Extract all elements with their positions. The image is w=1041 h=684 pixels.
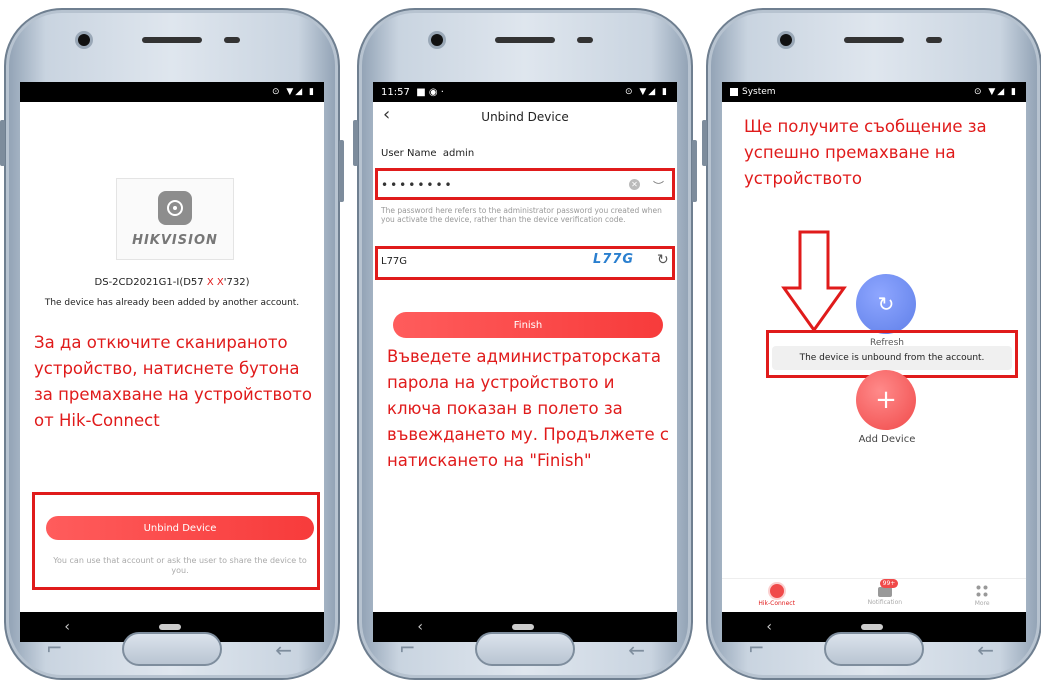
refresh-button[interactable]: ↻ [856, 274, 916, 334]
password-input[interactable]: •••••••• [381, 178, 454, 192]
user-name-label: User Name [381, 148, 437, 159]
status-bar: ⊙ ▼◢ ▮ [20, 82, 324, 102]
clear-icon[interactable]: ✕ [629, 179, 640, 190]
tab-hik-connect[interactable]: Hik-Connect [758, 584, 795, 607]
screen-2: 11:57 ■ ◉ · ⊙ ▼◢ ▮ ‹ Unbind Device User … [373, 82, 677, 642]
front-camera [780, 34, 792, 46]
share-hint: You can use that account or ask the user… [53, 556, 307, 575]
bottom-tab-bar: Hik-Connect 99+ Notification More [722, 578, 1026, 612]
nav-back-icon[interactable]: ‹ [417, 619, 423, 635]
instruction-annotation: Ще получите съобщение за успешно премахв… [744, 117, 987, 188]
screen-3: System ⊙ ▼◢ ▮ Ще получите съобщение за у… [722, 82, 1026, 642]
status-bar: 11:57 ■ ◉ · ⊙ ▼◢ ▮ [373, 82, 677, 102]
back-arrow-icon[interactable]: ← [977, 638, 994, 662]
volume-button [702, 120, 707, 166]
tab-notification[interactable]: 99+ Notification [868, 579, 902, 606]
eye-closed-icon[interactable]: ︶ [653, 178, 664, 194]
power-button [692, 140, 697, 202]
nav-back-icon[interactable]: ‹ [64, 619, 70, 635]
phone-frame-3: System ⊙ ▼◢ ▮ Ще получите съобщение за у… [702, 8, 1041, 680]
speaker-grille [142, 37, 202, 43]
recent-apps-icon[interactable]: ⌐ [399, 636, 416, 660]
nav-home-icon[interactable] [511, 624, 534, 630]
device-model: DS-2CD2021G1-I(D57 X X'732) [94, 277, 250, 288]
tab-more[interactable]: More [975, 584, 990, 607]
back-arrow-icon[interactable]: ← [275, 638, 292, 662]
unbound-toast: The device is unbound from the account. [772, 346, 1012, 370]
down-arrow-icon [781, 230, 847, 333]
verification-code-input[interactable]: L77G [381, 256, 407, 267]
status-icons: ⊙ ▼◢ ▮ [271, 87, 316, 97]
status-app: System [730, 87, 776, 97]
hik-connect-icon [769, 584, 784, 598]
add-device-button[interactable]: + [856, 370, 916, 430]
screen-1: ⊙ ▼◢ ▮ HIKVISION DS-2CD2021G1-I(D57 X X'… [20, 82, 324, 642]
masked-serial: X X [206, 277, 224, 288]
notification-badge: 99+ [879, 579, 899, 588]
front-camera [431, 34, 443, 46]
back-arrow-icon[interactable]: ← [628, 638, 645, 662]
speaker-grille [844, 37, 904, 43]
brand-logo: HIKVISION [132, 232, 218, 248]
camera-icon [158, 190, 192, 225]
nav-home-icon[interactable] [860, 624, 883, 630]
status-bar: System ⊙ ▼◢ ▮ [722, 82, 1026, 102]
phone-frame-1: ⊙ ▼◢ ▮ HIKVISION DS-2CD2021G1-I(D57 X X'… [0, 8, 344, 680]
already-added-message: The device has already been added by ano… [44, 298, 300, 308]
phone-frame-2: 11:57 ■ ◉ · ⊙ ▼◢ ▮ ‹ Unbind Device User … [353, 8, 697, 680]
user-name-row: User Name admin [381, 148, 474, 159]
speaker-grille [495, 37, 555, 43]
add-device-label: Add Device [858, 434, 916, 445]
user-name-value: admin [442, 148, 475, 159]
finish-button[interactable]: Finish [393, 312, 663, 338]
recent-apps-icon[interactable]: ⌐ [748, 636, 765, 660]
grid-icon [975, 584, 990, 598]
recent-apps-icon[interactable]: ⌐ [46, 636, 63, 660]
nav-back-icon[interactable]: ‹ [766, 619, 772, 635]
captcha-image: L77G [593, 252, 635, 267]
device-image: HIKVISION [116, 178, 234, 260]
unbind-device-button[interactable]: Unbind Device [46, 516, 314, 540]
system-icon [730, 88, 738, 96]
home-button[interactable] [122, 632, 222, 666]
status-left-icons: ■ ◉ · [416, 86, 444, 98]
instruction-annotation: За да откючите сканираното устройство, н… [34, 333, 312, 430]
front-camera [78, 34, 90, 46]
home-button[interactable] [475, 632, 575, 666]
mail-icon [877, 587, 892, 597]
status-icons: ⊙ ▼◢ ▮ [624, 87, 669, 97]
instruction-annotation: Въведете администраторската парола на ус… [387, 347, 669, 470]
status-time: 11:57 [381, 86, 410, 98]
power-button [339, 140, 344, 202]
volume-button [0, 120, 5, 166]
refresh-captcha-icon[interactable]: ↻ [657, 252, 669, 268]
password-note: The password here refers to the administ… [381, 206, 662, 224]
nav-home-icon[interactable] [158, 624, 181, 630]
proximity-sensor [224, 37, 240, 43]
volume-button [353, 120, 358, 166]
proximity-sensor [577, 37, 593, 43]
home-button[interactable] [824, 632, 924, 666]
page-title: Unbind Device [481, 110, 569, 124]
status-icons: ⊙ ▼◢ ▮ [973, 87, 1018, 97]
proximity-sensor [926, 37, 942, 43]
